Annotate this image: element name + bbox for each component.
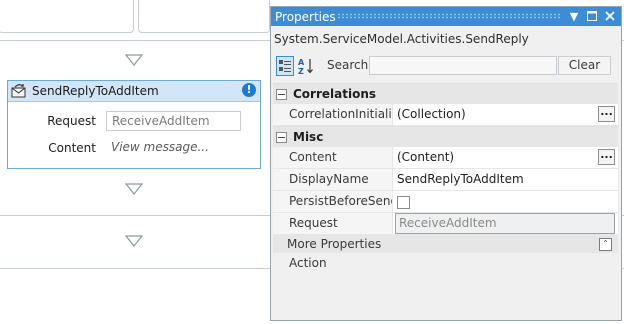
drop-arrow-icon bbox=[125, 183, 143, 195]
selected-type-name: System.ServiceModel.Activities.SendReply bbox=[274, 32, 529, 46]
collapse-icon[interactable] bbox=[276, 131, 287, 143]
collapse-icon[interactable] bbox=[276, 88, 287, 100]
property-grid: Correlations CorrelationInitializ... (Co… bbox=[273, 83, 618, 274]
collapse-up-icon[interactable]: ⌃ bbox=[599, 238, 612, 251]
property-name: Content bbox=[273, 147, 393, 168]
property-value-text: (Content) bbox=[397, 150, 455, 164]
properties-window[interactable]: Properties ▼ System.ServiceModel.Activit… bbox=[270, 6, 622, 321]
category-correlations[interactable]: Correlations bbox=[273, 83, 618, 104]
activity-title: SendReplyToAddItem bbox=[32, 84, 159, 98]
property-row-correlation-initializers[interactable]: CorrelationInitializ... (Collection) ... bbox=[273, 104, 618, 126]
category-label: Misc bbox=[293, 130, 324, 144]
close-icon[interactable] bbox=[603, 8, 617, 24]
persist-before-send-checkbox[interactable] bbox=[397, 196, 410, 209]
dropdown-icon[interactable]: ▼ bbox=[567, 8, 581, 24]
property-value bbox=[393, 191, 618, 212]
content-row: Content View message... bbox=[8, 138, 260, 158]
property-row-persistbeforesend[interactable]: PersistBeforeSend bbox=[273, 191, 618, 213]
category-label: Correlations bbox=[293, 87, 377, 101]
svg-text:A: A bbox=[298, 58, 305, 67]
drop-arrow-icon bbox=[125, 235, 143, 247]
property-name: DisplayName bbox=[273, 169, 393, 190]
maximize-icon[interactable] bbox=[585, 8, 599, 24]
ellipsis-button[interactable]: ... bbox=[598, 106, 615, 122]
property-row-displayname[interactable]: DisplayName SendReplyToAddItem bbox=[273, 169, 618, 191]
sort-alphabetical-icon[interactable]: A Z bbox=[297, 56, 315, 76]
request-value-field[interactable]: ReceiveAddItem bbox=[395, 213, 615, 234]
property-row-content[interactable]: Content (Content) ... bbox=[273, 147, 618, 169]
property-name: Action bbox=[273, 253, 393, 274]
displayname-field[interactable]: SendReplyToAddItem bbox=[393, 169, 618, 190]
activity-header[interactable]: SendReplyToAddItem ! bbox=[8, 81, 260, 102]
category-misc[interactable]: Misc bbox=[273, 126, 618, 147]
send-reply-icon bbox=[11, 84, 26, 98]
send-reply-activity[interactable]: SendReplyToAddItem ! Request ReceiveAddI… bbox=[7, 80, 261, 169]
view-message-link[interactable]: View message... bbox=[106, 138, 241, 158]
svg-text:Z: Z bbox=[298, 67, 304, 75]
drop-arrow-icon bbox=[125, 54, 143, 66]
request-label: Request bbox=[47, 114, 96, 128]
ellipsis-button[interactable]: ... bbox=[598, 149, 615, 165]
request-row: Request ReceiveAddItem bbox=[8, 111, 260, 131]
clear-button[interactable]: Clear bbox=[558, 56, 611, 75]
search-input[interactable] bbox=[369, 56, 557, 75]
content-label: Content bbox=[48, 141, 96, 155]
search-label: Search: bbox=[327, 58, 373, 72]
more-properties-header[interactable]: More Properties ⌃ bbox=[273, 235, 618, 253]
categorize-icon[interactable] bbox=[276, 56, 294, 76]
property-row-request[interactable]: Request ReceiveAddItem bbox=[273, 213, 618, 235]
more-properties-label: More Properties bbox=[287, 237, 382, 251]
property-value: ReceiveAddItem bbox=[393, 213, 618, 234]
titlebar-grip bbox=[337, 13, 561, 19]
property-name: CorrelationInitializ... bbox=[273, 104, 393, 125]
upper-activity-box-left[interactable] bbox=[0, 0, 134, 33]
warning-icon[interactable]: ! bbox=[242, 83, 256, 97]
property-value-text: (Collection) bbox=[397, 107, 466, 121]
properties-titlebar[interactable]: Properties ▼ bbox=[271, 7, 621, 26]
properties-title: Properties bbox=[275, 9, 336, 24]
request-field[interactable]: ReceiveAddItem bbox=[106, 111, 241, 131]
property-value: (Content) ... bbox=[393, 147, 618, 168]
upper-activity-box-right[interactable] bbox=[138, 0, 270, 33]
properties-toolbar: A Z Search: Clear bbox=[271, 54, 621, 78]
property-name: PersistBeforeSend bbox=[273, 191, 393, 212]
property-name: Request bbox=[273, 213, 393, 234]
property-row-action[interactable]: Action bbox=[273, 253, 618, 274]
property-value: (Collection) ... bbox=[393, 104, 618, 125]
